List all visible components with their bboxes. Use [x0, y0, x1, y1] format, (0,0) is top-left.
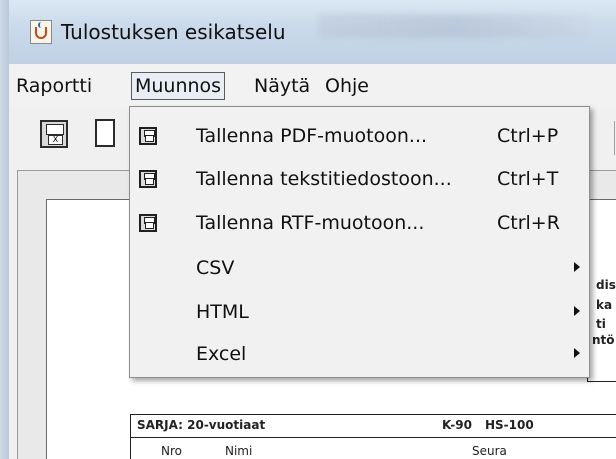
menu-muunnos[interactable]: Muunnos	[131, 72, 226, 100]
menu-ohje[interactable]: Ohje	[322, 73, 372, 99]
menu-item-shortcut: Ctrl+T	[497, 168, 559, 190]
menu-item-label: Tallenna tekstitiedostoon...	[196, 168, 452, 190]
menu-item-label: Tallenna PDF-muotoon...	[196, 125, 428, 147]
text-fragment: dis	[596, 278, 616, 292]
muunnos-dropdown-menu: Tallenna PDF-muotoon... Ctrl+P Tallenna …	[129, 106, 590, 378]
menu-bar: Raportti Muunnos Näytä Ohje	[9, 64, 616, 109]
menu-item-label: Excel	[196, 343, 247, 365]
menu-item-save-rtf[interactable]: Tallenna RTF-muotoon... Ctrl+R	[130, 203, 589, 246]
text-fragment: ka	[596, 298, 613, 312]
column-k90: K-90	[442, 418, 472, 432]
page-frame-line	[587, 381, 616, 382]
menu-item-label: CSV	[196, 257, 235, 279]
menu-item-html[interactable]: HTML	[130, 292, 589, 335]
menu-nayta[interactable]: Näytä	[251, 73, 313, 99]
submenu-arrow-icon	[574, 262, 580, 272]
menu-item-shortcut: Ctrl+P	[497, 125, 559, 147]
column-nro: Nro	[161, 444, 182, 458]
blurred-background	[319, 14, 589, 38]
app-window: Tulostuksen esikatselu Raportti Muunnos …	[0, 0, 616, 459]
table-header-line	[130, 437, 616, 438]
floppy-disk-icon	[137, 212, 159, 234]
menu-item-save-text[interactable]: Tallenna tekstitiedostoon... Ctrl+T	[130, 159, 589, 202]
java-cup-icon	[30, 20, 52, 44]
table-top-line	[130, 414, 616, 415]
title-bar[interactable]: Tulostuksen esikatselu	[9, 0, 616, 64]
column-seura: Seura	[472, 444, 507, 458]
submenu-arrow-icon	[574, 306, 580, 316]
floppy-disk-icon	[137, 125, 159, 147]
menu-item-label: HTML	[196, 301, 249, 323]
text-fragment: ntö	[592, 333, 615, 347]
menu-item-save-pdf[interactable]: Tallenna PDF-muotoon... Ctrl+P	[130, 116, 589, 159]
window-title: Tulostuksen esikatselu	[61, 20, 286, 44]
menu-item-csv[interactable]: CSV	[130, 248, 589, 291]
document-icon	[95, 119, 115, 147]
menu-item-label: Tallenna RTF-muotoon...	[196, 212, 425, 234]
menu-raportti[interactable]: Raportti	[13, 73, 95, 99]
submenu-arrow-icon	[574, 348, 580, 358]
menu-item-excel[interactable]: Excel	[130, 334, 589, 377]
floppy-disk-icon	[137, 168, 159, 190]
text-fragment: ti	[596, 317, 606, 331]
column-nimi: Nimi	[225, 444, 253, 458]
export-text-button[interactable]	[89, 117, 125, 153]
column-hs100: HS-100	[485, 418, 534, 432]
floppy-disk-icon: X	[40, 120, 68, 148]
series-label: SARJA: 20-vuotiaat	[137, 418, 266, 432]
window-left-border	[0, 0, 9, 459]
export-excel-button[interactable]: X	[37, 117, 73, 153]
menu-item-shortcut: Ctrl+R	[497, 212, 560, 234]
